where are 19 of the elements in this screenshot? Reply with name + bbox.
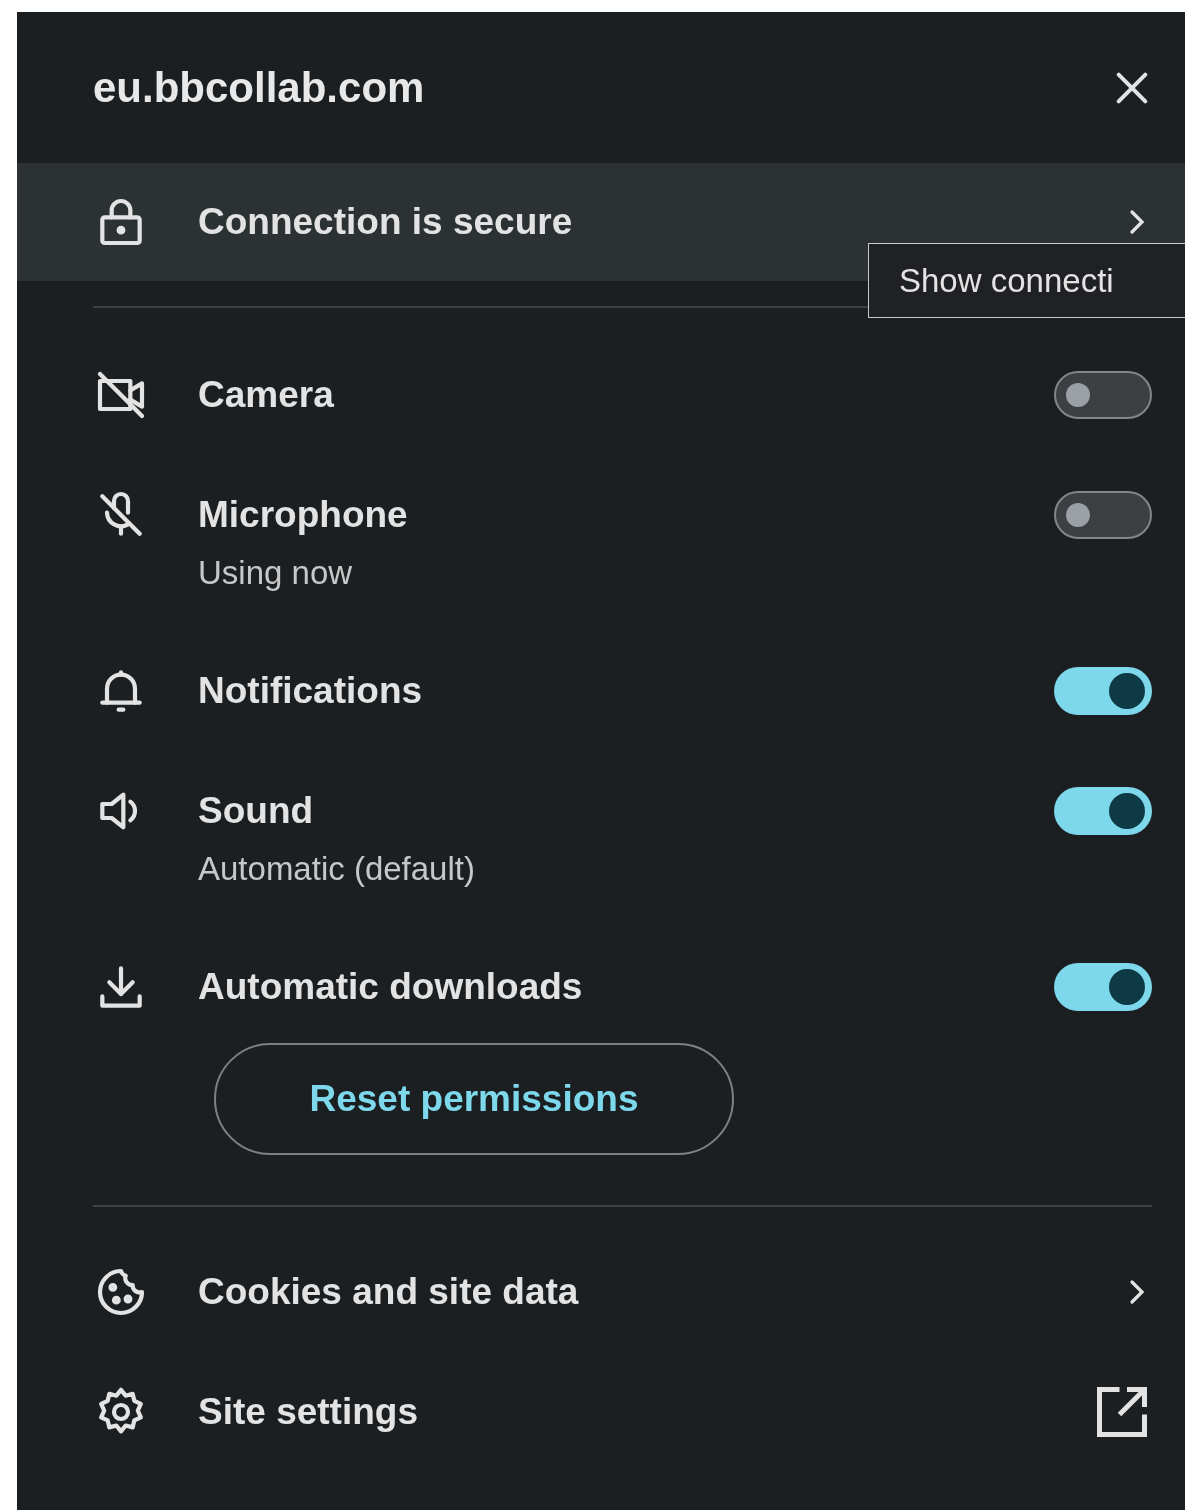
- toggle-switch[interactable]: [1054, 371, 1152, 419]
- site-title: eu.bbcollab.com: [93, 63, 425, 112]
- permission-label: Notifications: [198, 669, 424, 713]
- toggle-switch[interactable]: [1054, 963, 1152, 1011]
- reset-permissions-button[interactable]: Reset permissions: [214, 1043, 734, 1155]
- permission-status: Automatic (default): [198, 849, 476, 889]
- menu-item[interactable]: Site settings: [17, 1352, 1185, 1472]
- menu-item-label: Cookies and site data: [198, 1271, 580, 1313]
- menu-item[interactable]: Cookies and site data: [17, 1232, 1185, 1352]
- toggle-switch[interactable]: [1054, 491, 1152, 539]
- permission-label: Automatic downloads: [198, 965, 584, 1009]
- permission-label: Sound: [198, 789, 315, 833]
- menu-item-label: Site settings: [198, 1391, 419, 1433]
- permission-label: Camera: [198, 373, 335, 417]
- permission-label: Microphone: [198, 493, 409, 537]
- permission-status: Using now: [198, 553, 354, 593]
- toggle-switch[interactable]: [1054, 787, 1152, 835]
- tooltip: Show connecti: [868, 243, 1185, 318]
- toggle-switch[interactable]: [1054, 667, 1152, 715]
